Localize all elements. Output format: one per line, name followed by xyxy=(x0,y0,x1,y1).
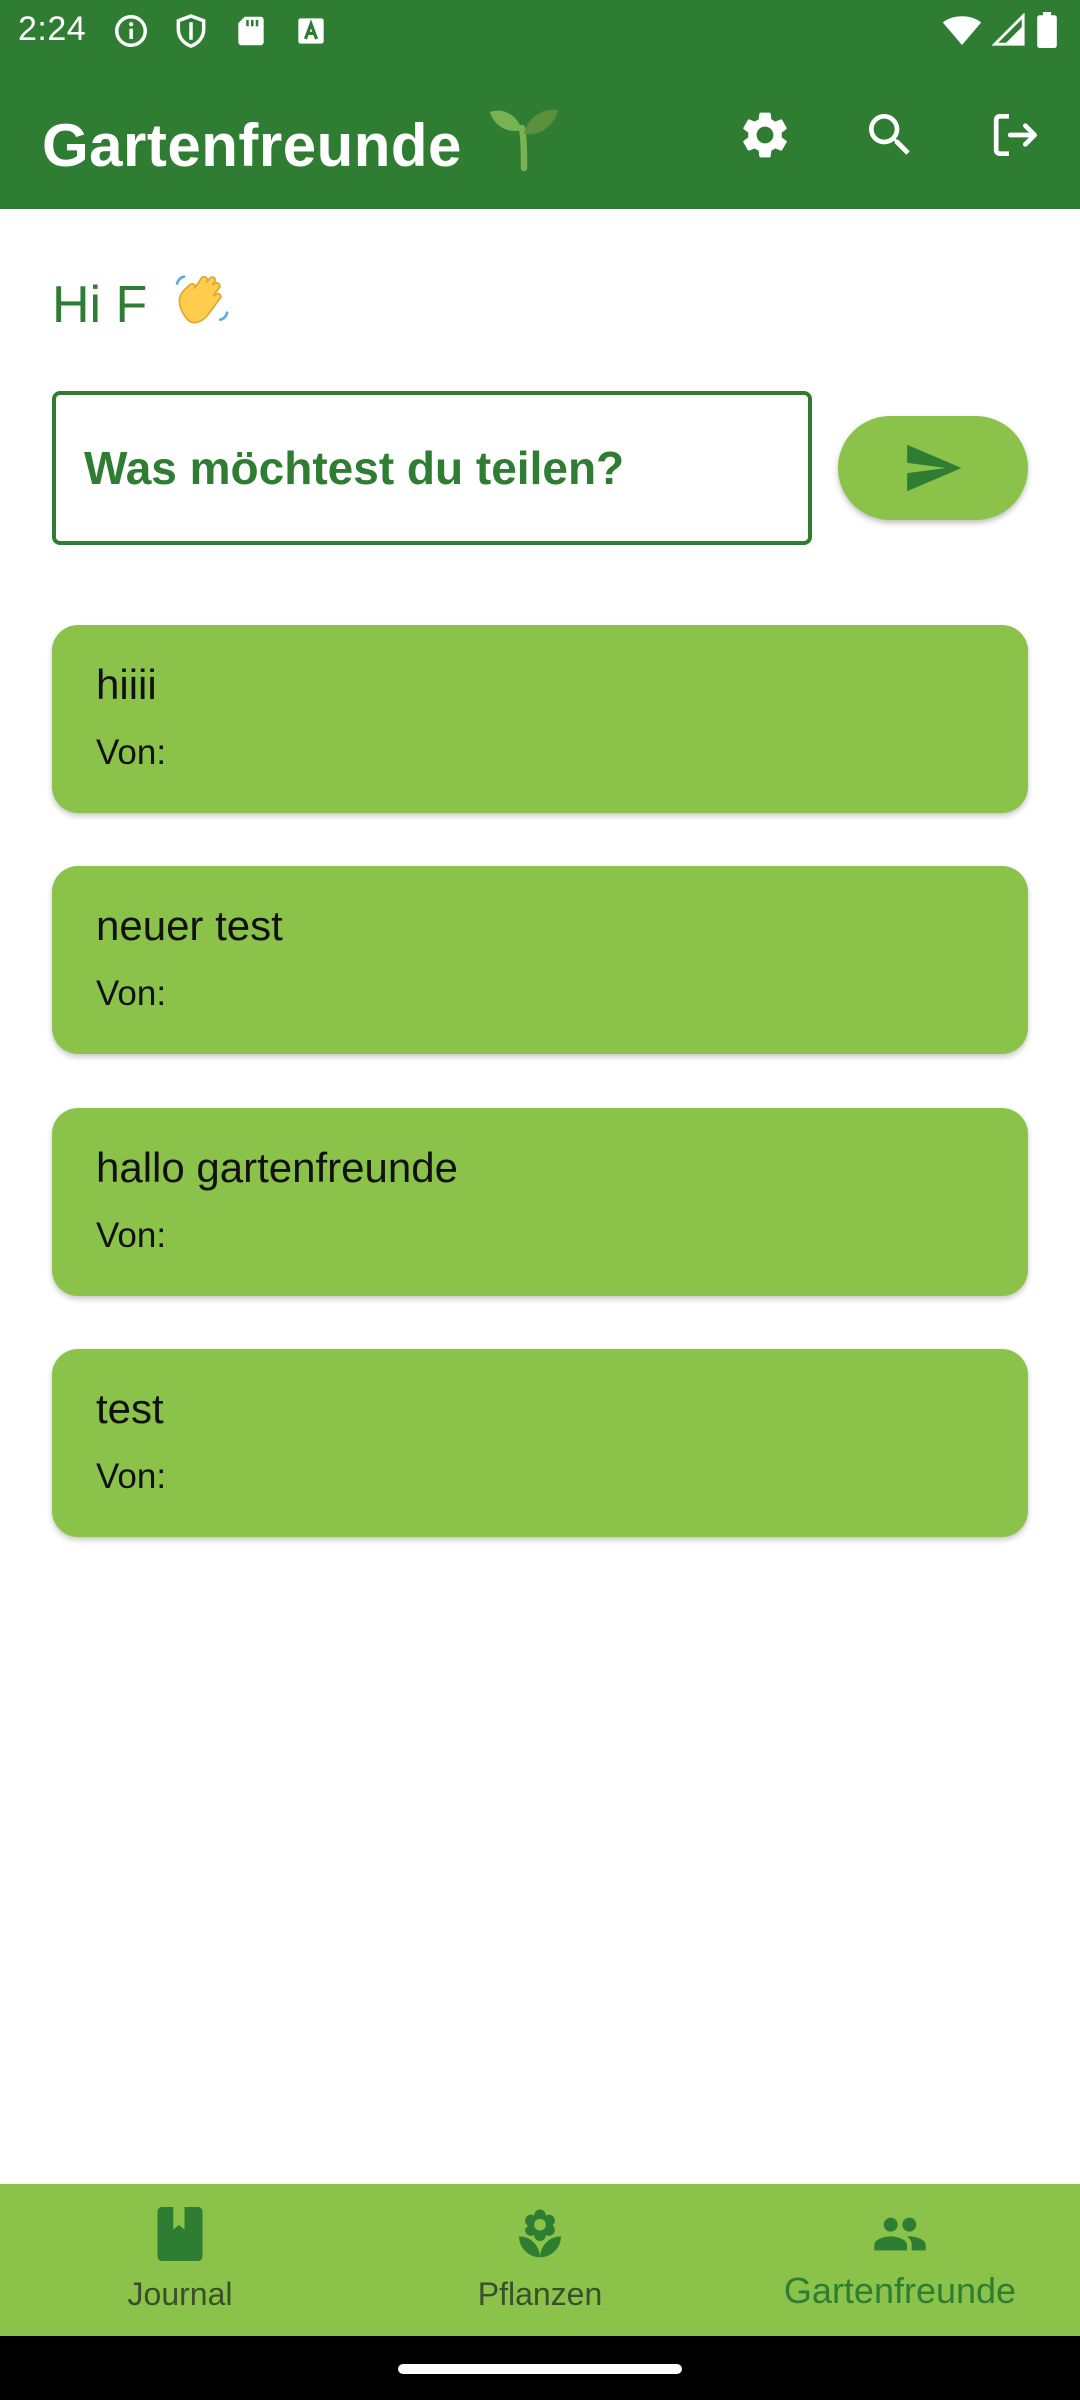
post-author-label: Von: xyxy=(96,1216,167,1255)
home-gesture-handle[interactable] xyxy=(398,2364,682,2374)
shield-icon xyxy=(172,12,210,50)
book-icon xyxy=(157,2207,203,2261)
status-time: 2:24 xyxy=(18,10,87,48)
send-button[interactable] xyxy=(838,416,1028,520)
nav-item-journal[interactable]: Journal xyxy=(0,2184,360,2336)
post-text: neuer test xyxy=(96,902,283,949)
flower-icon xyxy=(519,2209,561,2258)
cell-signal-icon xyxy=(992,13,1026,47)
app-title-text: Gartenfreunde xyxy=(42,112,462,179)
greeting-text: Hi F xyxy=(52,276,148,334)
wifi-icon xyxy=(942,13,982,47)
post-text: hiiii xyxy=(96,661,157,708)
settings-button[interactable] xyxy=(732,102,798,168)
post-author-label: Von: xyxy=(96,974,167,1013)
seedling-icon xyxy=(487,100,561,186)
people-icon xyxy=(874,2217,926,2251)
post-text: test xyxy=(96,1385,164,1432)
post-text: hallo gartenfreunde xyxy=(96,1144,458,1191)
send-icon xyxy=(907,444,962,492)
waving-hand-icon xyxy=(172,268,234,343)
nav-label-journal: Journal xyxy=(127,2276,233,2312)
nav-label-pflanzen: Pflanzen xyxy=(477,2276,603,2312)
post-author-label: Von: xyxy=(96,1457,167,1496)
nav-label-gartenfreunde: Gartenfreunde xyxy=(783,2270,1017,2311)
gear-icon xyxy=(743,112,787,158)
logout-button[interactable] xyxy=(983,102,1049,168)
system-gesture-area xyxy=(0,2336,1080,2400)
status-bar: 2:24 xyxy=(0,0,1080,62)
status-notification-icons xyxy=(112,12,330,50)
search-button[interactable] xyxy=(857,102,923,168)
post-card[interactable]: hallo gartenfreunde Von: xyxy=(52,1108,1028,1296)
search-icon xyxy=(869,114,910,155)
nav-item-gartenfreunde[interactable]: Gartenfreunde xyxy=(720,2184,1080,2336)
app-bar: Gartenfreunde xyxy=(0,62,1080,209)
bottom-navigation: Journal Pflanzen Gartenfreunde xyxy=(0,2184,1080,2336)
share-post-input[interactable] xyxy=(52,391,812,545)
logout-icon xyxy=(993,114,1037,157)
post-card[interactable]: test Von: xyxy=(52,1349,1028,1537)
sd-card-icon xyxy=(232,12,270,50)
greeting: Hi F xyxy=(52,268,234,343)
status-system-icons xyxy=(942,12,1058,48)
nav-item-pflanzen[interactable]: Pflanzen xyxy=(360,2184,720,2336)
info-icon xyxy=(112,12,150,50)
battery-icon xyxy=(1036,12,1058,48)
post-card[interactable]: hiiii Von: xyxy=(52,625,1028,813)
text-a-icon xyxy=(292,12,330,50)
post-author-label: Von: xyxy=(96,733,167,772)
post-card[interactable]: neuer test Von: xyxy=(52,866,1028,1054)
app-title: Gartenfreunde xyxy=(42,100,561,186)
